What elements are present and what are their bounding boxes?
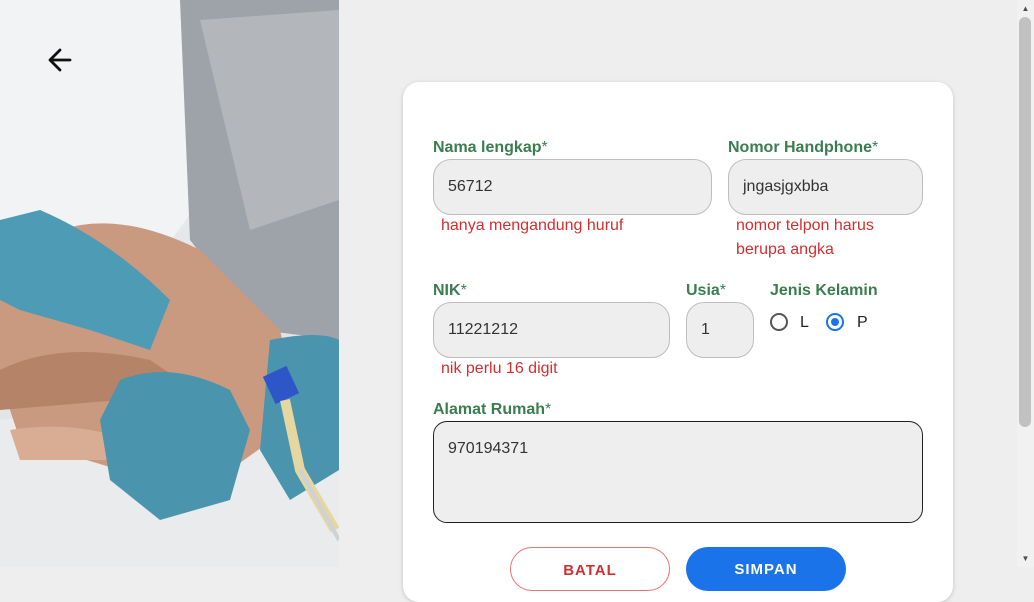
- address-label: Alamat Rumah*: [433, 401, 552, 418]
- age-label: Usia*: [686, 282, 727, 299]
- page-scrollbar[interactable]: ▲ ▼: [1017, 0, 1034, 567]
- save-button[interactable]: SIMPAN: [686, 547, 846, 591]
- scroll-thumb[interactable]: [1019, 17, 1031, 427]
- name-label: Nama lengkap*: [433, 139, 548, 156]
- scroll-down-arrow-icon[interactable]: ▼: [1017, 550, 1034, 567]
- phone-error: nomor telpon harus berupa angka: [736, 217, 874, 258]
- age-input[interactable]: 1: [686, 302, 754, 358]
- gender-label: Jenis Kelamin: [770, 282, 878, 299]
- nik-label: NIK*: [433, 282, 467, 299]
- scroll-up-arrow-icon[interactable]: ▲: [1017, 0, 1034, 17]
- cancel-button[interactable]: BATAL: [510, 547, 670, 591]
- gender-radio-l[interactable]: [770, 313, 788, 331]
- gender-option-l-label: L: [800, 314, 809, 331]
- gender-option-p-label: P: [857, 314, 868, 331]
- nik-input[interactable]: 11221212: [433, 302, 670, 358]
- phone-label: Nomor Handphone*: [728, 139, 879, 156]
- patient-form-card: Nama lengkap* 56712 hanya mengandung hur…: [403, 82, 953, 602]
- nik-error: nik perlu 16 digit: [441, 360, 558, 377]
- address-textarea[interactable]: 970194371: [433, 421, 923, 523]
- arrow-left-icon: [48, 48, 72, 72]
- gender-radio-p[interactable]: [826, 313, 844, 331]
- phone-input[interactable]: jngasjgxbba: [728, 159, 923, 215]
- back-button[interactable]: [46, 46, 88, 88]
- hero-photo: [0, 0, 339, 567]
- name-input[interactable]: 56712: [433, 159, 712, 215]
- name-error: hanya mengandung huruf: [441, 217, 624, 234]
